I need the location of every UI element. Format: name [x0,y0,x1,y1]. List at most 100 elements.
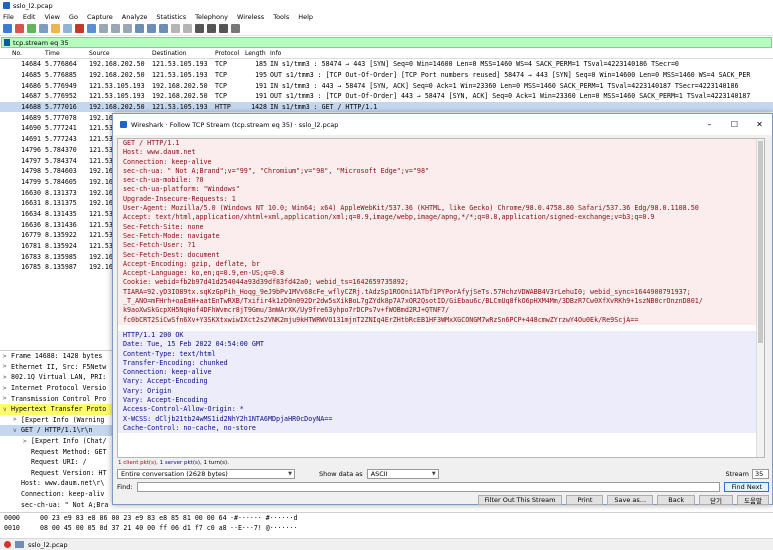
open-file-icon[interactable] [51,24,60,33]
chevron-down-icon[interactable]: v [3,406,11,413]
detail-tree-label: [Expert Info (Chat/ [31,437,107,446]
packet-no: 14689 [21,113,41,122]
capture-options-icon[interactable] [39,24,48,33]
chevron-right-icon[interactable]: > [3,395,11,402]
help-button[interactable]: 도움말 [737,494,769,505]
packet-time: 5.784603 [45,167,77,176]
stream-number-spinbox[interactable]: 35 [752,469,769,479]
hex-row[interactable]: 0000 00 23 e9 83 e8 86 00 23 e9 83 e8 85 … [0,513,773,523]
minimize-button[interactable]: – [697,120,722,129]
packet-time: 8.135924 [45,242,77,251]
col-header-source[interactable]: Source [89,50,152,57]
close-button[interactable]: 닫기 [699,494,734,505]
packet-length: 191 [255,92,267,101]
menu-view[interactable]: View [44,13,59,21]
show-data-as-select[interactable]: ASCII ▼ [366,469,439,479]
menu-go[interactable]: Go [69,13,78,21]
chevron-right-icon[interactable]: > [13,416,21,423]
packet-row[interactable]: 14687 5.776952 121.53.105.193 192.168.202.5… [0,91,773,102]
display-filter-input[interactable]: tcp.stream eq 35 [13,39,69,47]
first-packet-icon[interactable] [147,24,156,33]
stream-number-value: 35 [755,470,764,478]
packet-row[interactable]: 14684 5.776864 192.168.202.50 121.53.105.19… [0,59,773,70]
find-input[interactable] [136,481,721,492]
hex-row[interactable]: 0010 08 00 45 00 05 0d 37 21 40 00 ff 06 … [0,523,773,533]
packet-info: IN s1/tmm3 : GET / HTTP/1.1 [270,103,378,112]
go-forward-icon[interactable] [123,24,132,33]
col-header-protocol[interactable]: Protocol [215,50,245,57]
packet-time: 5.784370 [45,145,77,154]
filter-out-stream-button[interactable]: Filter Out This Stream [477,494,563,505]
find-row: Find: Find Next [117,481,769,492]
last-packet-icon[interactable] [159,24,168,33]
stream-scrollbar[interactable] [756,139,764,457]
window-title: sslo_l2.pcap [13,1,53,10]
col-header-info[interactable]: Info [270,50,773,57]
conversation-select[interactable]: Entire conversation (2628 bytes) ▼ [117,469,295,479]
client-stream-line: k9aoXwSkGcpXH5NqHof4DFhWvmcr8jT9Gmu/3mWA… [118,306,764,316]
packet-bytes[interactable]: 0000 00 23 e9 83 e8 86 00 23 e9 83 e8 85 … [0,512,773,534]
chevron-right-icon[interactable]: > [3,363,11,370]
colorize-icon[interactable] [183,24,192,33]
menu-statistics[interactable]: Statistics [156,13,186,21]
go-to-packet-icon[interactable] [135,24,144,33]
menu-capture[interactable]: Capture [87,13,113,21]
stream-content[interactable]: GET / HTTP/1.1 Host: www.daum.net Connecti… [117,138,765,458]
capture-comment-icon[interactable] [15,541,24,548]
reload-icon[interactable] [87,24,96,33]
col-header-time[interactable]: Time [45,50,89,57]
menu-wireless[interactable]: Wireless [237,13,264,21]
chevron-right-icon[interactable]: > [3,385,11,392]
packet-length: 185 [255,60,267,69]
main-toolbar [0,22,773,36]
find-packet-icon[interactable] [99,24,108,33]
col-header-destination[interactable]: Destination [152,50,215,57]
packet-row[interactable]: 14685 5.776885 192.168.202.50 121.53.105.19… [0,70,773,81]
start-capture-icon[interactable] [3,24,12,33]
packet-no: 14797 [21,156,41,165]
menu-telephony[interactable]: Telephony [195,13,228,21]
save-as-button[interactable]: Save as… [607,494,654,505]
resize-columns-icon[interactable] [231,24,240,33]
display-filter-bar[interactable]: tcp.stream eq 35 [1,37,772,48]
zoom-in-icon[interactable] [195,24,204,33]
menu-edit[interactable]: Edit [23,13,36,21]
close-file-icon[interactable] [75,24,84,33]
maximize-button[interactable]: ☐ [722,120,747,129]
menu-analyze[interactable]: Analyze [122,13,148,21]
packet-row[interactable]: 14686 5.776949 121.53.105.193 192.168.202.5… [0,80,773,91]
autoscroll-icon[interactable] [171,24,180,33]
filter-bookmark-icon[interactable] [4,39,10,46]
menu-bar: File Edit View Go Capture Analyze Statis… [0,11,773,22]
packet-time: 5.776885 [45,71,77,80]
save-file-icon[interactable] [63,24,72,33]
chevron-right-icon[interactable]: > [23,438,31,445]
print-button[interactable]: Print [566,494,604,505]
stream-scrollbar-thumb[interactable] [758,141,763,343]
packet-destination: 121.53.105.193 [152,60,208,69]
packet-no: 14688 [21,103,41,112]
back-button[interactable]: Back [657,494,696,505]
menu-tools[interactable]: Tools [273,13,289,21]
chevron-right-icon[interactable]: > [3,353,11,360]
stop-capture-icon[interactable] [15,24,24,33]
col-header-length[interactable]: Length [245,50,270,57]
packet-row[interactable]: 14688 5.777016 192.168.202.50 121.53.105.19… [0,101,773,113]
menu-file[interactable]: File [3,13,14,21]
go-back-icon[interactable] [111,24,120,33]
packet-no: 14687 [21,92,41,101]
col-header-no[interactable]: No. [0,50,45,57]
restart-capture-icon[interactable] [27,24,36,33]
chevron-down-icon[interactable]: v [13,427,21,434]
detail-tree-label: Internet Protocol Versio [11,384,107,393]
expert-info-icon[interactable] [4,541,11,548]
client-stream-line: Accept-Encoding: gzip, deflate, br [118,259,764,270]
find-next-button[interactable]: Find Next [724,481,769,492]
menu-help[interactable]: Help [298,13,313,21]
close-window-button[interactable]: ✕ [747,120,772,129]
zoom-out-icon[interactable] [207,24,216,33]
normal-size-icon[interactable] [219,24,228,33]
client-stream-line: Upgrade-Insecure-Requests: 1 [118,194,764,205]
packet-info: OUT s1/tmm3 : [TCP Out-Of-Order] [TCP Po… [270,71,751,80]
chevron-right-icon[interactable]: > [3,374,11,381]
